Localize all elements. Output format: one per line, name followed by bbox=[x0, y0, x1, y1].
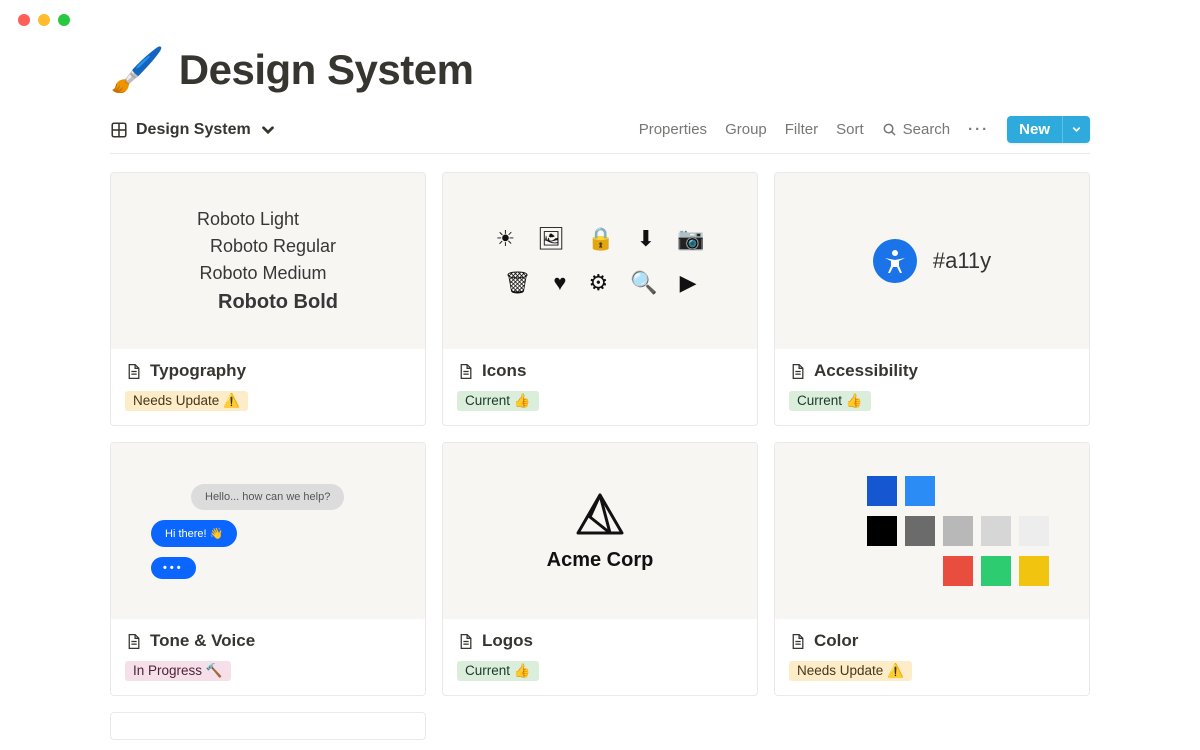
search-label: Search bbox=[903, 121, 951, 138]
chat-bubble-grey: Hello... how can we help? bbox=[191, 484, 344, 510]
new-button[interactable]: New bbox=[1007, 116, 1062, 143]
chevron-down-icon bbox=[1071, 124, 1082, 135]
status-tag: Current 👍 bbox=[457, 391, 539, 411]
card-cover bbox=[775, 443, 1089, 619]
status-tag: In Progress 🔨 bbox=[125, 661, 231, 681]
swatch-row-mid bbox=[867, 516, 1049, 546]
group-button[interactable]: Group bbox=[725, 121, 767, 138]
logo-text: Acme Corp bbox=[547, 549, 654, 572]
brightness-icon: ☀ bbox=[496, 226, 516, 252]
card-title: Accessibility bbox=[814, 361, 918, 381]
search-icon bbox=[882, 122, 897, 137]
status-tag: Current 👍 bbox=[789, 391, 871, 411]
typo-sample-bold: Roboto Bold bbox=[218, 287, 338, 317]
page-icon bbox=[125, 363, 142, 380]
properties-button[interactable]: Properties bbox=[639, 121, 707, 138]
card-title: Logos bbox=[482, 631, 533, 651]
typo-sample-light: Roboto Light bbox=[197, 206, 299, 233]
status-tag: Needs Update ⚠️ bbox=[789, 661, 912, 681]
database-toolbar: Design System Properties Group Filter So… bbox=[110, 116, 1090, 154]
new-button-group: New bbox=[1007, 116, 1090, 143]
status-tag: Needs Update ⚠️ bbox=[125, 391, 248, 411]
card-tone-voice[interactable]: Hello... how can we help? Hi there! 👋 ••… bbox=[110, 442, 426, 696]
color-swatch bbox=[943, 516, 973, 546]
hashtag-text: #a11y bbox=[933, 248, 991, 274]
chat-bubble-blue: Hi there! 👋 bbox=[151, 520, 237, 547]
swatch-row-top bbox=[867, 476, 935, 506]
color-swatch bbox=[905, 476, 935, 506]
card-cover: Roboto Light Roboto Regular Roboto Mediu… bbox=[111, 173, 425, 349]
card-placeholder[interactable] bbox=[110, 712, 426, 740]
search-button[interactable]: Search bbox=[882, 121, 951, 138]
page-icon bbox=[789, 633, 806, 650]
accessibility-icon bbox=[873, 239, 917, 283]
page-emoji-icon[interactable]: 🖌️ bbox=[110, 44, 165, 96]
card-title: Tone & Voice bbox=[150, 631, 255, 651]
lock-icon: 🔒 bbox=[587, 226, 614, 252]
card-cover: ☀ 🖼 🔒 ⬇ 📷 🗑 ♥ ⚙ 🔍 ▶ bbox=[443, 173, 757, 349]
window-traffic-lights bbox=[0, 0, 1200, 26]
card-color[interactable]: Color Needs Update ⚠️ bbox=[774, 442, 1090, 696]
view-switcher[interactable]: Design System bbox=[110, 121, 277, 139]
swatch-row-accent bbox=[943, 556, 1049, 586]
card-title: Color bbox=[814, 631, 858, 651]
page-title[interactable]: Design System bbox=[179, 46, 474, 94]
color-swatch bbox=[943, 556, 973, 586]
trash-icon: 🗑 bbox=[503, 270, 531, 296]
card-cover: #a11y bbox=[775, 173, 1089, 349]
status-tag: Current 👍 bbox=[457, 661, 539, 681]
new-button-dropdown[interactable] bbox=[1062, 116, 1090, 143]
color-swatch bbox=[867, 476, 897, 506]
zoom-window-dot[interactable] bbox=[58, 14, 70, 26]
page-icon bbox=[789, 363, 806, 380]
typo-sample-medium: Roboto Medium bbox=[199, 260, 326, 287]
color-swatch bbox=[981, 556, 1011, 586]
gallery-grid-next-row bbox=[110, 712, 1090, 740]
card-title: Typography bbox=[150, 361, 246, 381]
chevron-down-icon bbox=[259, 121, 277, 139]
page-icon bbox=[457, 633, 474, 650]
search-icon: 🔍 bbox=[630, 270, 657, 296]
sort-button[interactable]: Sort bbox=[836, 121, 864, 138]
color-swatch bbox=[867, 516, 897, 546]
color-swatch bbox=[905, 516, 935, 546]
filter-button[interactable]: Filter bbox=[785, 121, 818, 138]
play-icon: ▶ bbox=[680, 270, 697, 296]
page-icon bbox=[125, 633, 142, 650]
camera-icon: 📷 bbox=[677, 226, 704, 252]
gear-icon: ⚙ bbox=[588, 270, 608, 296]
color-swatch bbox=[1019, 556, 1049, 586]
card-icons[interactable]: ☀ 🖼 🔒 ⬇ 📷 🗑 ♥ ⚙ 🔍 ▶ Icons bbox=[442, 172, 758, 426]
minimize-window-dot[interactable] bbox=[38, 14, 50, 26]
typo-sample-regular: Roboto Regular bbox=[210, 233, 336, 260]
more-menu-button[interactable]: ··· bbox=[968, 121, 989, 138]
card-typography[interactable]: Roboto Light Roboto Regular Roboto Mediu… bbox=[110, 172, 426, 426]
color-swatch bbox=[1019, 516, 1049, 546]
gallery-view-icon bbox=[110, 121, 128, 139]
download-icon: ⬇ bbox=[637, 226, 655, 252]
card-accessibility[interactable]: #a11y Accessibility Current 👍 bbox=[774, 172, 1090, 426]
card-logos[interactable]: Acme Corp Logos Current 👍 bbox=[442, 442, 758, 696]
typing-indicator: ••• bbox=[151, 557, 196, 579]
close-window-dot[interactable] bbox=[18, 14, 30, 26]
page-header: 🖌️ Design System bbox=[110, 44, 1090, 96]
penrose-logo-icon bbox=[572, 491, 628, 541]
card-cover: Acme Corp bbox=[443, 443, 757, 619]
gallery-grid: Roboto Light Roboto Regular Roboto Mediu… bbox=[110, 172, 1090, 696]
card-cover: Hello... how can we help? Hi there! 👋 ••… bbox=[111, 443, 425, 619]
image-icon: 🖼 bbox=[537, 226, 565, 252]
page-icon bbox=[457, 363, 474, 380]
card-title: Icons bbox=[482, 361, 526, 381]
color-swatch bbox=[981, 516, 1011, 546]
view-name: Design System bbox=[136, 121, 251, 139]
heart-icon: ♥ bbox=[553, 270, 566, 296]
